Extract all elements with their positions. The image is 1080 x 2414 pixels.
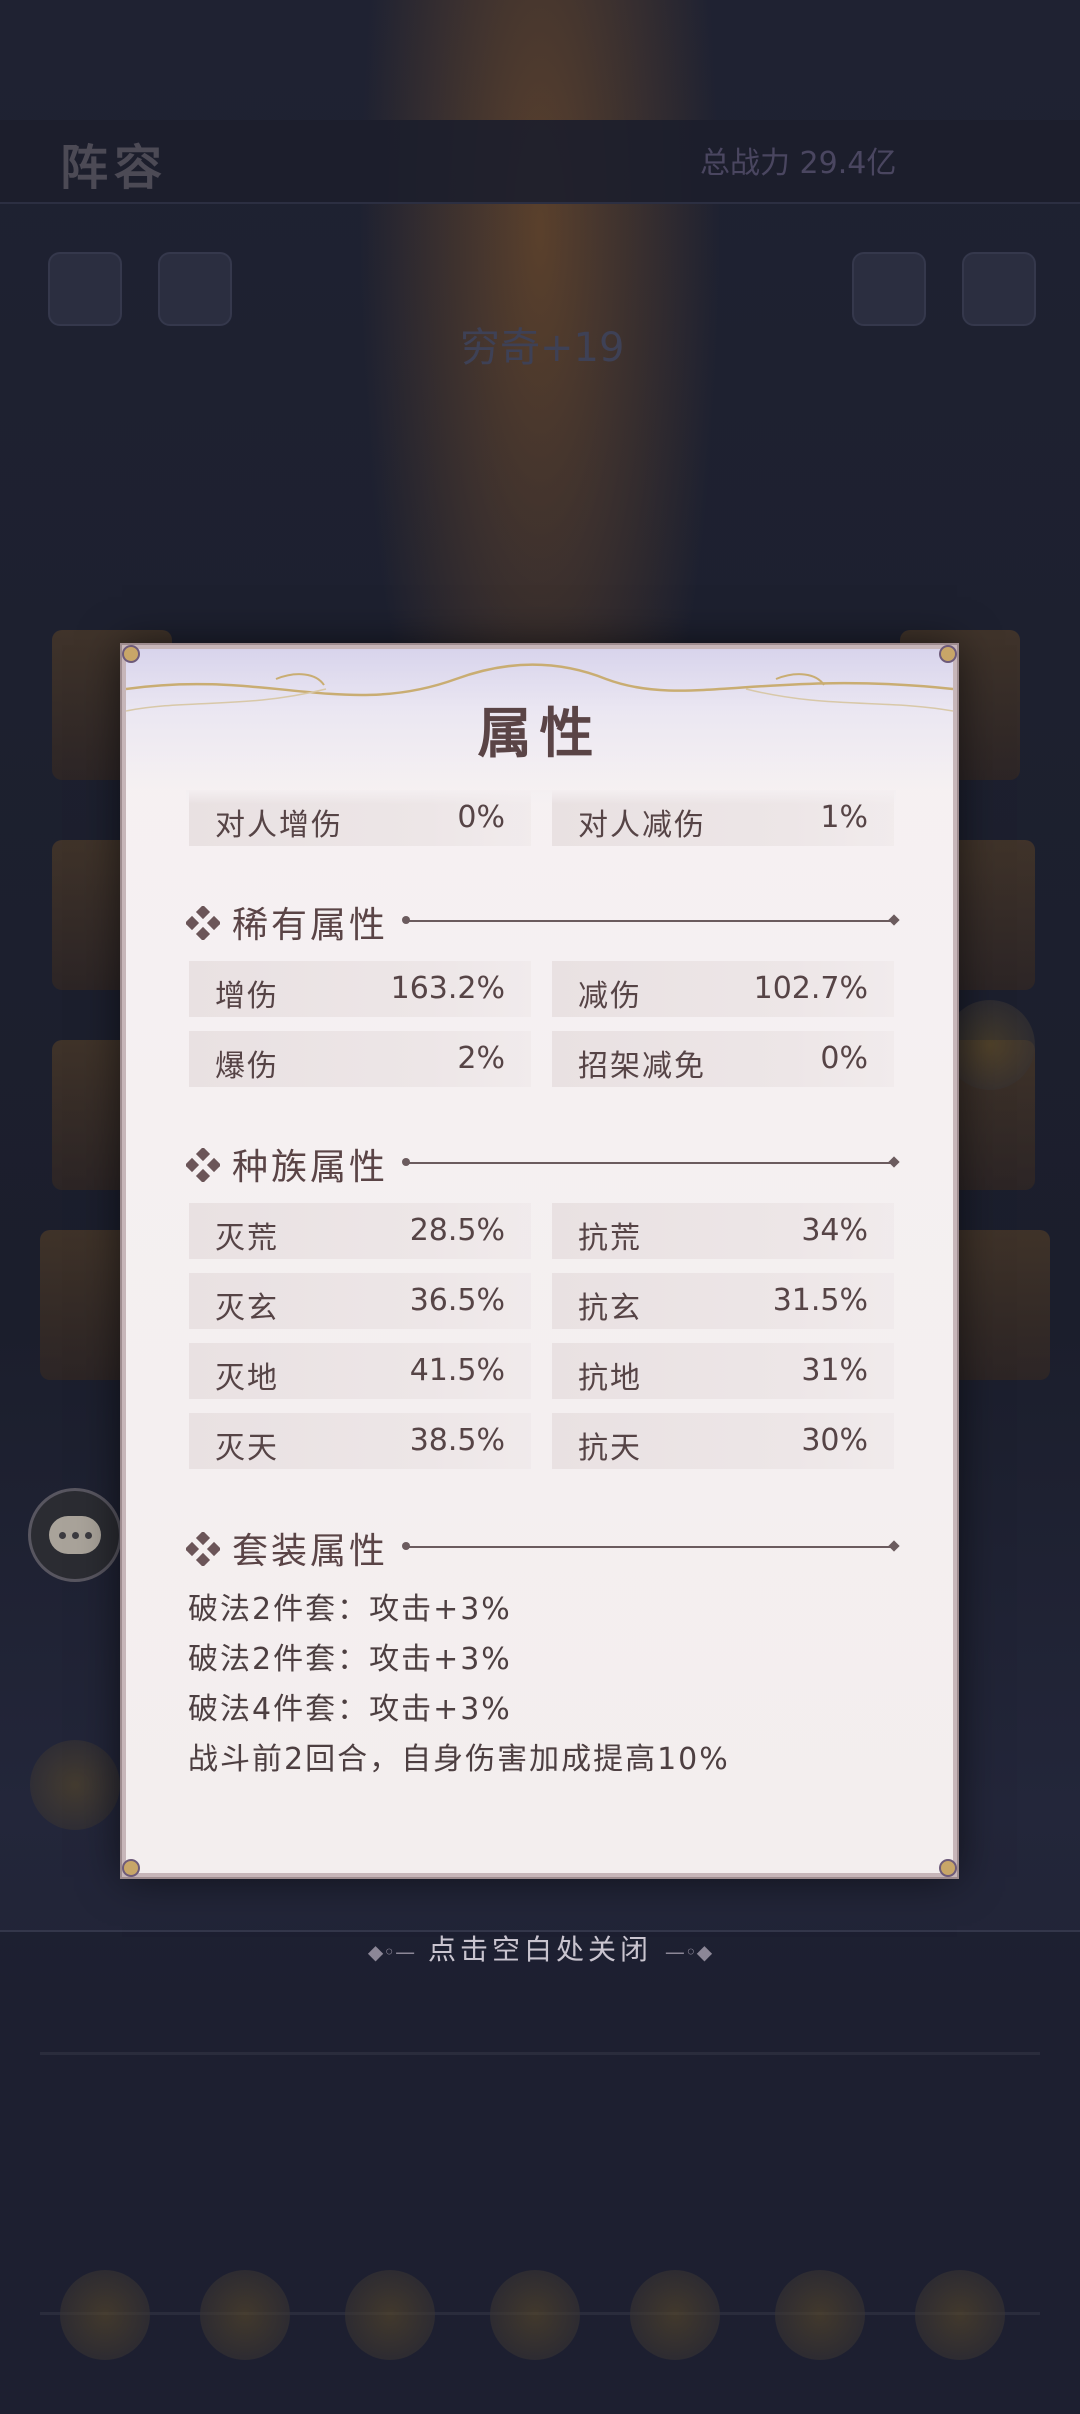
- background-tab-icon: [345, 2270, 435, 2360]
- chat-button[interactable]: [28, 1488, 122, 1582]
- corner-ornament: [939, 645, 957, 663]
- background-tab-icon: [915, 2270, 1005, 2360]
- attribute-value: 36.5%: [409, 1283, 505, 1318]
- attribute-value: 0%: [457, 800, 505, 835]
- attribute-value: 163.2%: [390, 971, 505, 1006]
- attribute-key: 抗玄: [578, 1291, 642, 1326]
- modal-title: 属性: [477, 701, 602, 765]
- attribute-key: 爆伤: [215, 1049, 279, 1084]
- section-label: 种族属性: [232, 1147, 389, 1188]
- attribute-value: 2%: [457, 1041, 505, 1076]
- attribute-cell: 抗地 31%: [552, 1343, 894, 1399]
- attribute-key: 对人增伤: [215, 808, 343, 843]
- background-title: 阵容: [60, 140, 169, 196]
- attribute-value: 41.5%: [409, 1353, 505, 1388]
- attribute-key: 抗天: [578, 1431, 642, 1466]
- diamond-cluster-icon: [186, 906, 220, 940]
- diamond-cluster-icon: [186, 1148, 220, 1182]
- attribute-value: 1%: [820, 800, 868, 835]
- diamond-cluster-icon: [186, 1532, 220, 1566]
- section-divider: [402, 916, 892, 924]
- attribute-key: 招架减免: [578, 1049, 706, 1084]
- attribute-value: 31.5%: [772, 1283, 868, 1318]
- section-label: 套装属性: [232, 1531, 389, 1572]
- section-label: 稀有属性: [232, 905, 389, 946]
- close-hint-text: 点击空白处关闭: [427, 1933, 652, 1966]
- corner-ornament: [939, 1859, 957, 1877]
- attribute-cell: 灭地 41.5%: [189, 1343, 531, 1399]
- rare-attributes-header: 稀有属性: [186, 894, 896, 946]
- attribute-cell: 招架减免 0%: [552, 1031, 894, 1087]
- background-level: 穷奇+19: [460, 325, 625, 371]
- attribute-key: 减伤: [578, 979, 642, 1014]
- set-bonus-line: 破法4件套：攻击+3%: [188, 1692, 512, 1727]
- set-bonus-line: 破法2件套：攻击+3%: [188, 1592, 512, 1627]
- attribute-cell: 抗玄 31.5%: [552, 1273, 894, 1329]
- background-menu-icon: [48, 252, 122, 326]
- section-divider: [402, 1158, 892, 1166]
- attribute-key: 灭荒: [215, 1221, 279, 1256]
- attribute-key: 抗荒: [578, 1221, 642, 1256]
- attribute-value: 0%: [820, 1041, 868, 1076]
- attribute-cell: 灭天 38.5%: [189, 1413, 531, 1469]
- attribute-key: 抗地: [578, 1361, 642, 1396]
- chat-icon: [49, 1516, 101, 1554]
- race-attributes-header: 种族属性: [186, 1136, 896, 1188]
- attribute-cell: 减伤 102.7%: [552, 961, 894, 1017]
- background-tab-icon: [60, 2270, 150, 2360]
- background-avatar: [945, 1000, 1035, 1090]
- background-tab-icon: [630, 2270, 720, 2360]
- attribute-cell: 灭荒 28.5%: [189, 1203, 531, 1259]
- background-tab-icon: [200, 2270, 290, 2360]
- attribute-key: 灭天: [215, 1431, 279, 1466]
- hint-ornament-right: —◦◆: [664, 1940, 713, 1964]
- attribute-cell: 增伤 163.2%: [189, 961, 531, 1017]
- set-bonus-line: 破法2件套：攻击+3%: [188, 1642, 512, 1677]
- set-attributes-header: 套装属性: [186, 1520, 896, 1572]
- corner-ornament: [122, 645, 140, 663]
- background-tab-icon: [775, 2270, 865, 2360]
- section-divider: [402, 1542, 892, 1550]
- attribute-value: 31%: [801, 1353, 868, 1388]
- background-avatar: [30, 1740, 120, 1830]
- close-hint[interactable]: ◆◦— 点击空白处关闭 —◦◆: [0, 1928, 1080, 1968]
- background-power: 总战力 29.4亿: [700, 146, 897, 181]
- attribute-key: 灭地: [215, 1361, 279, 1396]
- background-menu-icon: [962, 252, 1036, 326]
- attribute-cell: 爆伤 2%: [189, 1031, 531, 1087]
- background-menu-icon: [852, 252, 926, 326]
- attribute-key: 对人减伤: [578, 808, 706, 843]
- background-menu-icon: [158, 252, 232, 326]
- attribute-key: 增伤: [215, 979, 279, 1014]
- scroll-fade: [186, 790, 896, 804]
- attribute-value: 30%: [801, 1423, 868, 1458]
- attribute-value: 34%: [801, 1213, 868, 1248]
- attribute-cell: 灭玄 36.5%: [189, 1273, 531, 1329]
- attribute-value: 38.5%: [409, 1423, 505, 1458]
- corner-ornament: [122, 1859, 140, 1877]
- set-bonus-line: 战斗前2回合，自身伤害加成提高10%: [188, 1742, 730, 1777]
- background-tab-icon: [490, 2270, 580, 2360]
- hint-ornament-left: ◆◦—: [367, 1940, 416, 1964]
- attribute-value: 102.7%: [753, 971, 868, 1006]
- attribute-cell: 抗天 30%: [552, 1413, 894, 1469]
- attribute-cell: 抗荒 34%: [552, 1203, 894, 1259]
- attribute-value: 28.5%: [409, 1213, 505, 1248]
- attribute-key: 灭玄: [215, 1291, 279, 1326]
